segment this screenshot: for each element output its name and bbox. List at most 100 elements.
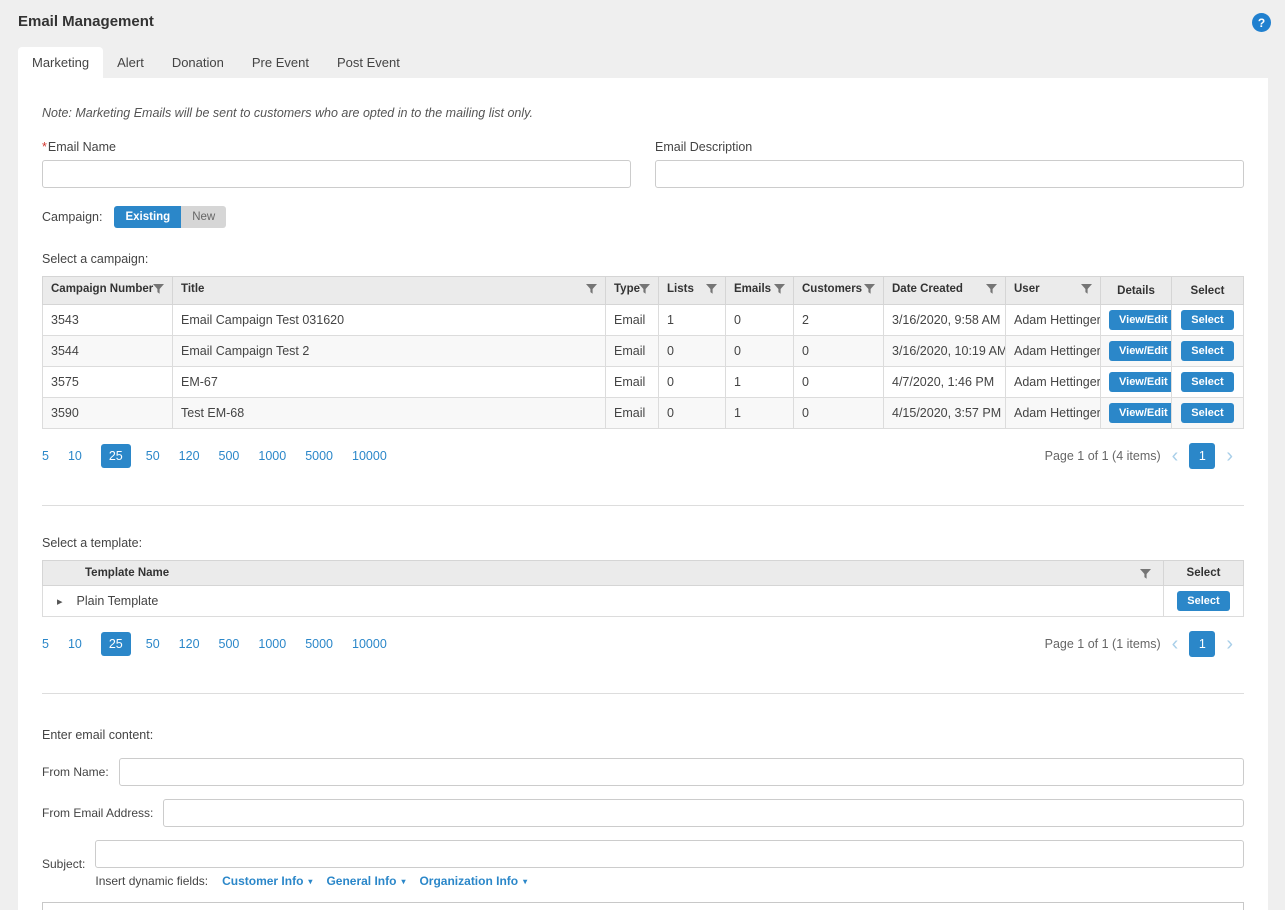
page-size-500[interactable]: 500 — [219, 637, 240, 651]
subject-input[interactable] — [95, 840, 1244, 868]
customer-info-menu[interactable]: Customer Info▾ — [222, 874, 312, 888]
organization-info-menu[interactable]: Organization Info▾ — [419, 874, 527, 888]
cell-details: View/Edit — [1101, 305, 1172, 336]
filter-icon[interactable] — [1081, 284, 1092, 298]
cell-date-created: 3/16/2020, 9:58 AM — [884, 305, 1006, 336]
col-customers[interactable]: Customers — [794, 277, 884, 305]
page-size-10[interactable]: 10 — [68, 449, 82, 463]
chevron-right-icon[interactable]: › — [1226, 446, 1233, 466]
menu-edit[interactable]: Edit▾ — [107, 906, 156, 910]
col-lists[interactable]: Lists — [659, 277, 726, 305]
col-title[interactable]: Title — [173, 277, 606, 305]
page-size-50[interactable]: 50 — [146, 637, 160, 651]
page-size-5000[interactable]: 5000 — [305, 637, 333, 651]
tab-marketing[interactable]: Marketing — [18, 47, 103, 78]
page-size-selector: 5 10 25 50 120 500 1000 5000 10000 — [42, 444, 406, 468]
template-row-plain: ▸Plain Template Select — [43, 586, 1244, 617]
page-number-button[interactable]: 1 — [1189, 631, 1215, 657]
tab-alert[interactable]: Alert — [103, 47, 158, 78]
col-emails[interactable]: Emails — [726, 277, 794, 305]
col-campaign-number[interactable]: Campaign Number — [43, 277, 173, 305]
page-size-50[interactable]: 50 — [146, 449, 160, 463]
filter-icon[interactable] — [774, 284, 785, 298]
campaign-label: Campaign: — [42, 210, 102, 224]
from-email-input[interactable] — [163, 799, 1244, 827]
page-size-5[interactable]: 5 — [42, 637, 49, 651]
cell-customers: 0 — [794, 336, 884, 367]
menu-view[interactable]: View▾ — [162, 906, 217, 910]
filter-icon[interactable] — [986, 284, 997, 298]
page-size-25[interactable]: 25 — [101, 444, 131, 468]
filter-icon[interactable] — [864, 284, 875, 298]
template-table: Template Name Select ▸Plain Template Sel… — [42, 560, 1244, 617]
menu-table[interactable]: Table▾ — [426, 906, 484, 910]
cell-title: EM-67 — [173, 367, 606, 398]
cell-user: Adam Hettinger — [1006, 367, 1101, 398]
from-name-input[interactable] — [119, 758, 1244, 786]
from-email-label: From Email Address: — [42, 806, 153, 820]
chevron-right-icon[interactable]: › — [1226, 634, 1233, 654]
tab-post-event[interactable]: Post Event — [323, 47, 414, 78]
cell-customers: 2 — [794, 305, 884, 336]
select-campaign-button[interactable]: Select — [1181, 310, 1233, 330]
template-pager: 5 10 25 50 120 500 1000 5000 10000 Page … — [42, 631, 1244, 657]
chevron-left-icon[interactable]: ‹ — [1172, 446, 1179, 466]
page-size-5000[interactable]: 5000 — [305, 449, 333, 463]
col-user[interactable]: User — [1006, 277, 1101, 305]
col-template-name[interactable]: Template Name — [43, 561, 1164, 586]
cell-select: Select — [1172, 367, 1244, 398]
page-size-10000[interactable]: 10000 — [352, 449, 387, 463]
editor-menubar: File▾ Edit▾ View▾ Insert▾ Format▾ Tools▾… — [43, 903, 1243, 910]
campaign-row-3543: 3543 Email Campaign Test 031620 Email 1 … — [43, 305, 1244, 336]
page-size-120[interactable]: 120 — [179, 449, 200, 463]
col-type[interactable]: Type — [606, 277, 659, 305]
page-size-25[interactable]: 25 — [101, 632, 131, 656]
col-date-created[interactable]: Date Created — [884, 277, 1006, 305]
view-edit-button[interactable]: View/Edit — [1109, 372, 1172, 392]
col-template-select: Select — [1164, 561, 1244, 586]
filter-icon[interactable] — [153, 284, 164, 298]
campaign-new-button[interactable]: New — [181, 206, 226, 228]
page-size-500[interactable]: 500 — [219, 449, 240, 463]
col-details: Details — [1101, 277, 1172, 305]
email-name-input[interactable] — [42, 160, 631, 188]
select-campaign-button[interactable]: Select — [1181, 341, 1233, 361]
page-size-10[interactable]: 10 — [68, 637, 82, 651]
email-description-input[interactable] — [655, 160, 1244, 188]
general-info-menu[interactable]: General Info▾ — [326, 874, 405, 888]
cell-date-created: 3/16/2020, 10:19 AM — [884, 336, 1006, 367]
help-icon[interactable]: ? — [1252, 13, 1271, 32]
view-edit-button[interactable]: View/Edit — [1109, 310, 1172, 330]
view-edit-button[interactable]: View/Edit — [1109, 403, 1172, 423]
page-size-120[interactable]: 120 — [179, 637, 200, 651]
cell-type: Email — [606, 336, 659, 367]
menu-format[interactable]: Format▾ — [289, 906, 357, 910]
campaign-existing-button[interactable]: Existing — [114, 206, 181, 228]
chevron-left-icon[interactable]: ‹ — [1172, 634, 1179, 654]
filter-icon[interactable] — [639, 284, 650, 298]
filter-icon[interactable] — [586, 284, 597, 298]
campaign-row-3575: 3575 EM-67 Email 0 1 0 4/7/2020, 1:46 PM… — [43, 367, 1244, 398]
page-size-10000[interactable]: 10000 — [352, 637, 387, 651]
select-template-button[interactable]: Select — [1177, 591, 1229, 611]
tab-donation[interactable]: Donation — [158, 47, 238, 78]
campaign-table: Campaign Number Title Type Lists Emails … — [42, 276, 1244, 429]
cell-emails: 0 — [726, 336, 794, 367]
cell-user: Adam Hettinger — [1006, 305, 1101, 336]
cell-lists: 0 — [659, 336, 726, 367]
menu-file[interactable]: File▾ — [53, 906, 101, 910]
page-number-button[interactable]: 1 — [1189, 443, 1215, 469]
select-campaign-button[interactable]: Select — [1181, 372, 1233, 392]
menu-tools[interactable]: Tools▾ — [363, 906, 420, 910]
page-size-1000[interactable]: 1000 — [258, 449, 286, 463]
menu-insert[interactable]: Insert▾ — [223, 906, 283, 910]
filter-icon[interactable] — [706, 284, 717, 298]
tab-pre-event[interactable]: Pre Event — [238, 47, 323, 78]
select-campaign-button[interactable]: Select — [1181, 403, 1233, 423]
filter-icon[interactable] — [1140, 569, 1151, 583]
page-title: Email Management — [18, 13, 154, 30]
page-size-5[interactable]: 5 — [42, 449, 49, 463]
page-size-1000[interactable]: 1000 — [258, 637, 286, 651]
expand-row-icon[interactable]: ▸ — [57, 596, 63, 608]
view-edit-button[interactable]: View/Edit — [1109, 341, 1172, 361]
